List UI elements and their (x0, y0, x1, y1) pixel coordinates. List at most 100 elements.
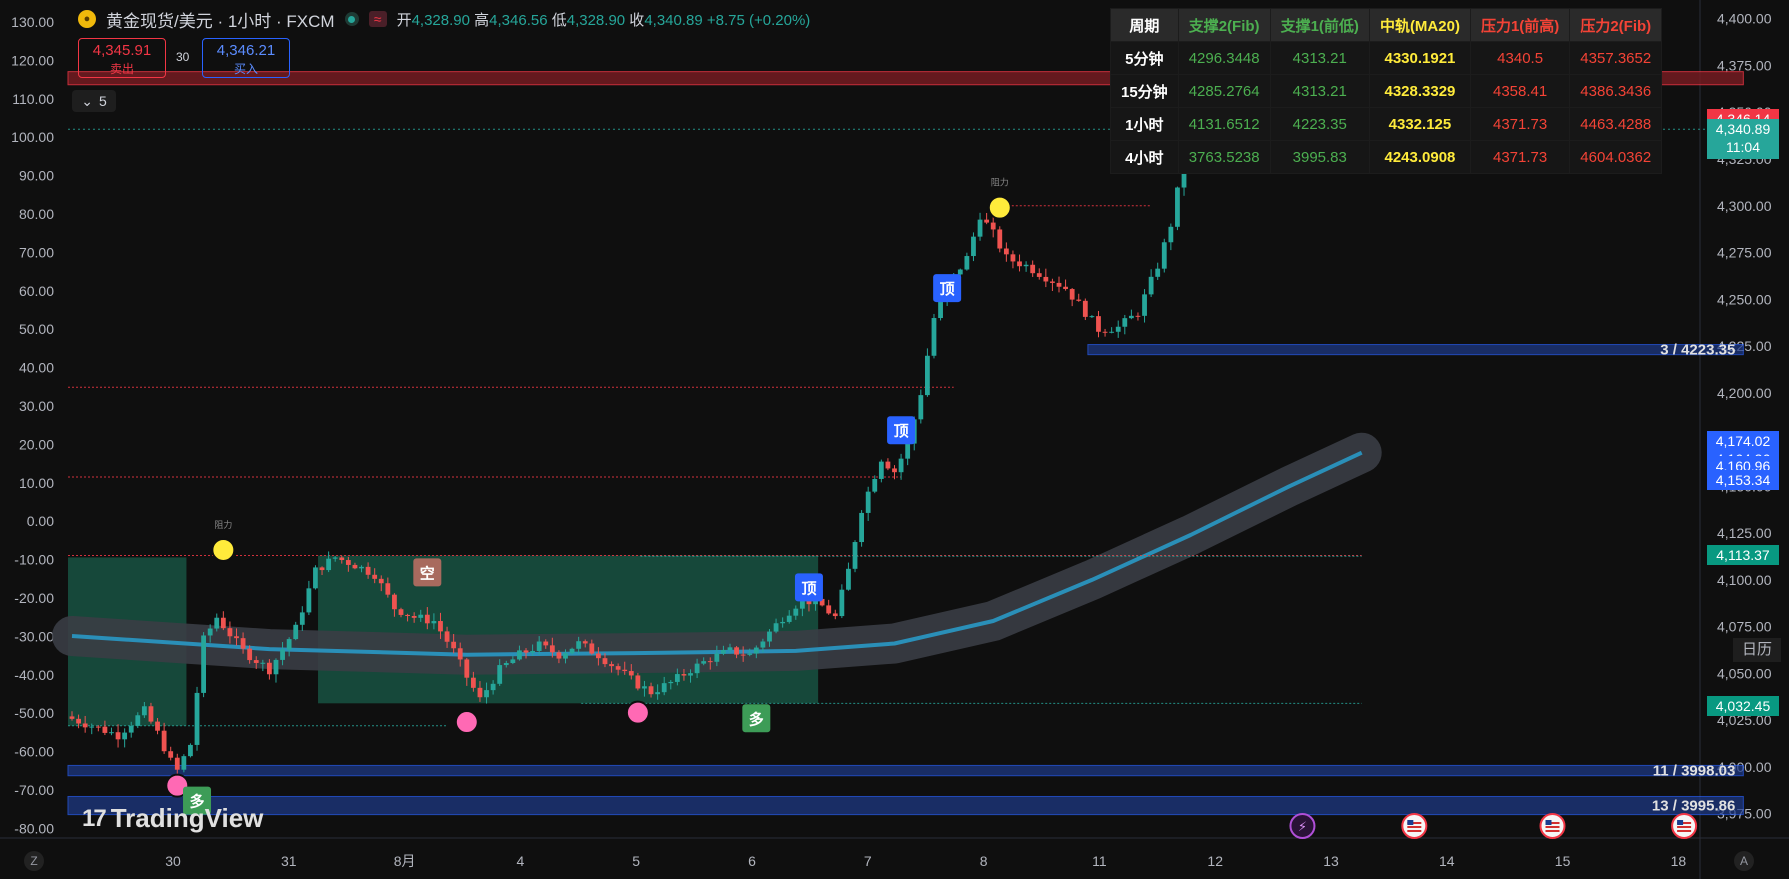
table-cell: 4604.0362 (1569, 140, 1663, 174)
tradingview-logo-icon: 17 (82, 804, 107, 832)
left-axis-tick-label: -70.00 (14, 782, 54, 798)
candle-body (109, 732, 114, 734)
table-cell: 4223.35 (1269, 107, 1370, 141)
candle-body (444, 631, 450, 642)
buy-button[interactable]: 4,346.21 买入 (202, 38, 290, 78)
signal-circle-marker (211, 537, 236, 562)
candle-body (286, 639, 292, 650)
us-flag-stripe (1407, 830, 1422, 832)
candle-body (510, 659, 516, 664)
table-cell: 4330.1921 (1368, 41, 1471, 75)
candle-body (392, 594, 397, 610)
left-axis-tick-label: 90.00 (19, 168, 54, 184)
candle-body (1010, 254, 1016, 262)
candle-body (846, 568, 851, 590)
chevron-down-icon: ⌄ (81, 92, 93, 109)
candle-body (490, 683, 496, 691)
candle-body (674, 674, 680, 682)
candle-body (892, 468, 897, 473)
candle-body (234, 636, 239, 639)
tradingview-watermark: 17 TradingView (82, 803, 264, 833)
table-cell: 4371.73 (1469, 107, 1571, 141)
candle-body (405, 614, 410, 616)
auto-scale-icon[interactable]: A (1734, 851, 1754, 871)
candle-body (569, 648, 575, 654)
candle-body (681, 674, 687, 676)
left-axis-tick-label: 110.00 (12, 91, 54, 107)
candle-body (767, 631, 772, 642)
signal-circle-marker (625, 700, 650, 725)
table-cell: 4296.3448 (1177, 41, 1271, 75)
timezone-z-icon[interactable]: Z (24, 851, 44, 871)
lightning-glyph: ⚡ (1298, 820, 1307, 835)
candle-body (536, 641, 542, 651)
left-axis-tick-label: 0.00 (27, 513, 54, 529)
table-cell: 4313.21 (1269, 41, 1370, 75)
left-axis-tick-label: -50.00 (14, 705, 54, 721)
time-axis-tick-label: 6 (748, 853, 756, 869)
candle-body (273, 659, 279, 675)
candle-body (957, 269, 963, 275)
candle-body (424, 614, 430, 624)
candle-body (220, 617, 226, 629)
left-axis-tick-label: 40.00 (19, 360, 54, 376)
zone-box (67, 795, 1744, 816)
signal-tag-label: 顶 (801, 580, 816, 597)
table-header-cell: 支撑2(Fib) (1177, 8, 1271, 42)
candle-body (1030, 264, 1036, 274)
signal-tag-label: 顶 (940, 281, 955, 298)
candle-body (878, 461, 884, 479)
candle-body (635, 675, 641, 689)
candle-body (102, 726, 108, 733)
candle-body (622, 669, 628, 672)
candle-body (345, 560, 351, 565)
us-flag-stripe (1677, 830, 1692, 832)
candle-body (1142, 294, 1147, 316)
candle-body (141, 706, 147, 716)
candle-body (1102, 331, 1108, 333)
candle-body (1115, 326, 1121, 332)
candle-body (1089, 316, 1095, 318)
time-axis-tick-label: 4 (517, 853, 525, 869)
us-flag-stripe (1545, 826, 1560, 828)
indicator-collapse-button[interactable]: ⌄ 5 (72, 90, 116, 112)
candle-body (582, 641, 588, 644)
price-axis-tag: 4,153.34 (1707, 470, 1779, 491)
candle-body (89, 726, 95, 728)
candle-body (997, 229, 1003, 249)
right-axis-tick-label: 4,075.00 (1717, 619, 1772, 635)
candle-body (642, 686, 647, 689)
time-axis-tick-label: 18 (1671, 853, 1687, 869)
signal-marker-label: 阻力 (214, 519, 232, 530)
candle-body (872, 478, 878, 492)
candle-body (451, 641, 457, 649)
candle-body (398, 609, 404, 615)
candle-body (1155, 268, 1161, 277)
candle-body (181, 756, 187, 770)
sell-button[interactable]: 4,345.91 卖出 (78, 38, 166, 78)
us-flag-stripe (1545, 830, 1560, 832)
candle-body (188, 744, 193, 757)
candle-body (135, 715, 141, 726)
symbol-title[interactable]: 黄金现货/美元 · 1小时 · FXCM (106, 7, 335, 32)
candle-body (1003, 248, 1009, 255)
time-axis-tick-label: 12 (1207, 853, 1223, 869)
candle-body (115, 732, 121, 740)
candle-body (1082, 300, 1088, 317)
candle-body (668, 681, 674, 684)
candle-body (431, 621, 437, 624)
time-axis-tick-label: 7 (864, 853, 872, 869)
candle-body (596, 653, 601, 659)
candle-body (727, 647, 733, 651)
candle-body (721, 650, 726, 654)
candle-body (780, 621, 786, 624)
candle-body (378, 578, 384, 584)
candle-body (267, 662, 272, 675)
right-axis-tick-label: 4,375.00 (1717, 57, 1772, 73)
calendar-button[interactable]: 日历 (1733, 638, 1781, 662)
table-header-cell: 中轨(MA20) (1368, 8, 1471, 42)
candle-body (740, 654, 746, 656)
candle-body (589, 643, 595, 654)
indicator-wave-icon[interactable]: ≈ (368, 11, 387, 27)
candle-body (885, 461, 891, 469)
